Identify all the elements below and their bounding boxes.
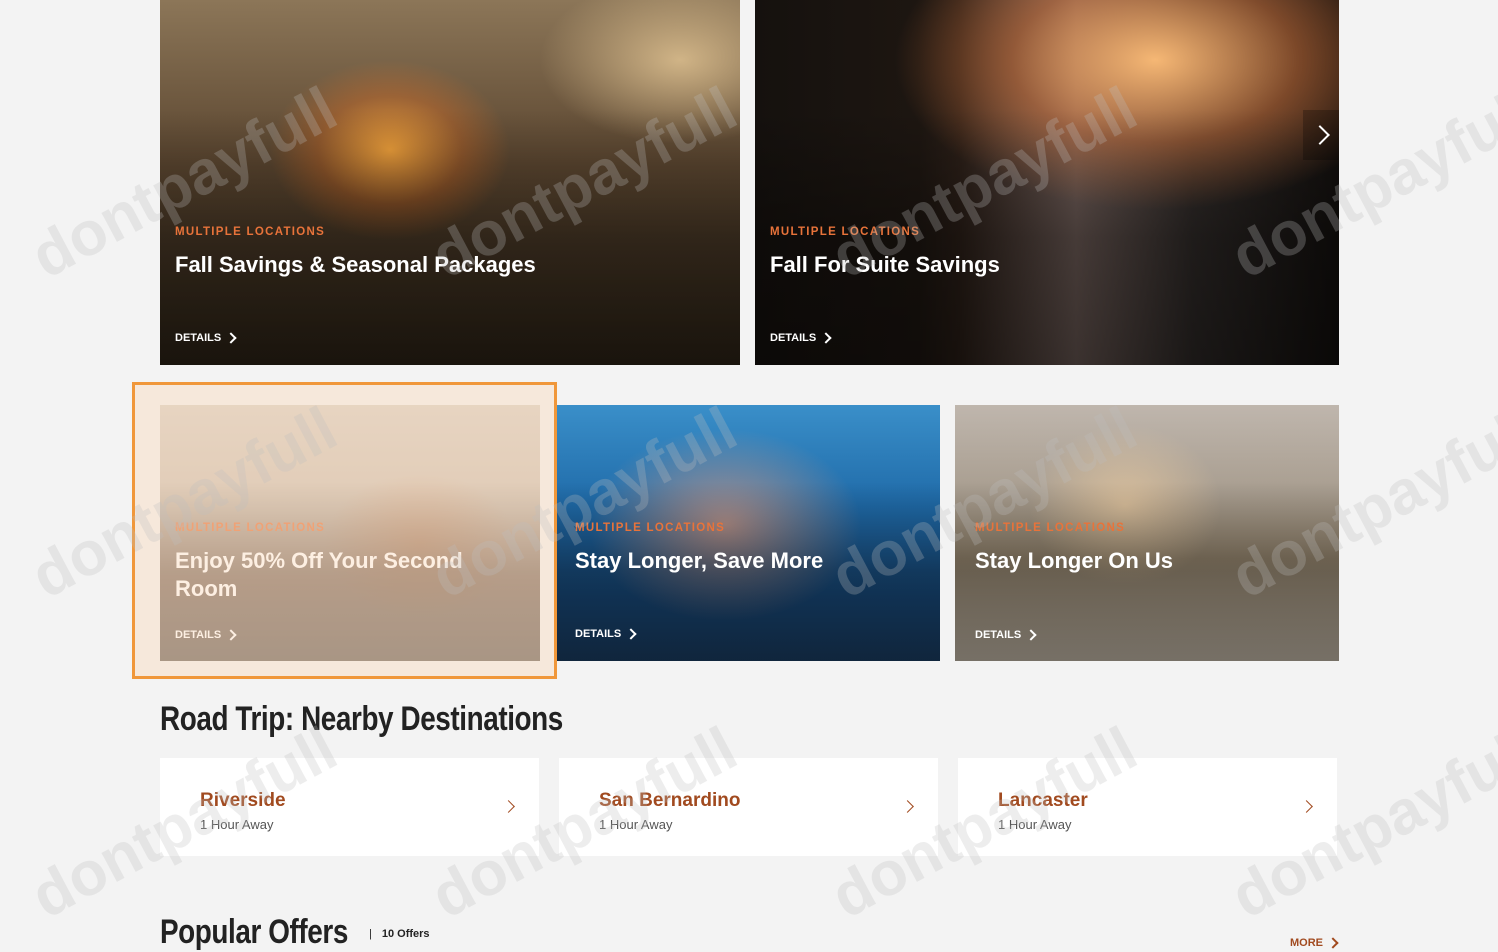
road-trip-heading: Road Trip: Nearby Destinations [160, 700, 563, 738]
offer-location-label: MULTIPLE LOCATIONS [175, 226, 326, 238]
offer-location-label: MULTIPLE LOCATIONS [575, 522, 726, 534]
destination-distance: 1 Hour Away [998, 817, 1072, 832]
details-label: DETAILS [770, 332, 817, 344]
offer-location-label: MULTIPLE LOCATIONS [770, 226, 921, 238]
popular-offers-heading: Popular Offers [160, 913, 348, 951]
destination-name: Riverside [200, 790, 286, 811]
chevron-right-icon [625, 628, 637, 640]
chevron-right-icon [502, 800, 515, 813]
chevron-right-icon [820, 332, 832, 344]
offer-location-label: MULTIPLE LOCATIONS [175, 522, 326, 534]
offer-card-second-room[interactable]: MULTIPLE LOCATIONS Enjoy 50% Off Your Se… [160, 405, 540, 661]
chevron-right-icon [1025, 629, 1037, 641]
offer-title[interactable]: Stay Longer On Us [975, 547, 1299, 575]
details-label: DETAILS [175, 332, 222, 344]
chevron-right-icon [901, 800, 914, 813]
separator: | [369, 928, 372, 940]
more-offers-link[interactable]: MORE [1290, 937, 1339, 949]
offer-details-link[interactable]: DETAILS [575, 628, 637, 640]
chevron-right-icon [1300, 800, 1313, 813]
chevron-right-icon [1310, 125, 1330, 145]
destination-name: San Bernardino [599, 790, 741, 811]
offer-title[interactable]: Fall For Suite Savings [770, 251, 1299, 279]
chevron-right-icon [225, 332, 237, 344]
destination-card-san-bernardino[interactable]: San Bernardino 1 Hour Away [559, 758, 938, 856]
offers-count: | 10 Offers [369, 928, 430, 940]
carousel-next-button[interactable] [1303, 110, 1339, 160]
offer-location-label: MULTIPLE LOCATIONS [975, 522, 1126, 534]
offer-card-fall-savings[interactable]: MULTIPLE LOCATIONS Fall Savings & Season… [160, 0, 740, 365]
offer-details-link[interactable]: DETAILS [175, 629, 237, 641]
destination-card-riverside[interactable]: Riverside 1 Hour Away [160, 758, 539, 856]
offer-details-link[interactable]: DETAILS [770, 332, 832, 344]
destination-distance: 1 Hour Away [599, 817, 673, 832]
details-label: DETAILS [575, 628, 622, 640]
offers-count-label: 10 Offers [381, 928, 430, 940]
offer-card-suite-savings[interactable]: MULTIPLE LOCATIONS Fall For Suite Saving… [755, 0, 1339, 365]
details-label: DETAILS [975, 629, 1022, 641]
offer-details-link[interactable]: DETAILS [175, 332, 237, 344]
destination-distance: 1 Hour Away [200, 817, 274, 832]
offer-title[interactable]: Enjoy 50% Off Your Second Room [175, 547, 500, 603]
destination-name: Lancaster [998, 790, 1088, 811]
offer-title[interactable]: Stay Longer, Save More [575, 547, 900, 575]
offer-title[interactable]: Fall Savings & Seasonal Packages [175, 251, 700, 279]
offer-details-link[interactable]: DETAILS [975, 629, 1037, 641]
chevron-right-icon [225, 629, 237, 641]
details-label: DETAILS [175, 629, 222, 641]
destination-card-lancaster[interactable]: Lancaster 1 Hour Away [958, 758, 1337, 856]
offer-card-stay-longer-on-us[interactable]: MULTIPLE LOCATIONS Stay Longer On Us DET… [955, 405, 1339, 661]
more-label: MORE [1290, 937, 1323, 949]
offer-card-stay-longer-save[interactable]: MULTIPLE LOCATIONS Stay Longer, Save Mor… [555, 405, 940, 661]
